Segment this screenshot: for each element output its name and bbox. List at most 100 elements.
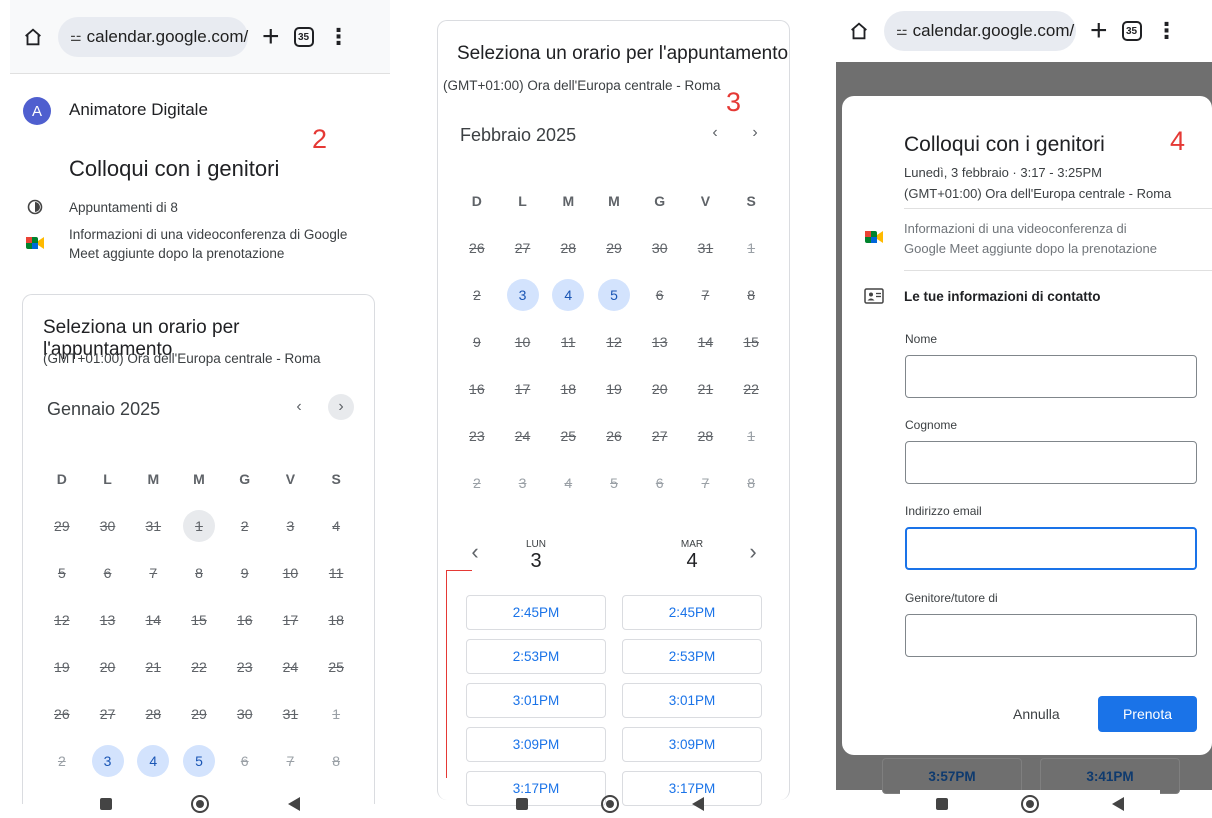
next-days-icon[interactable]: › (740, 539, 766, 565)
day-number: 8 (195, 564, 203, 581)
cancel-button[interactable]: Annulla (1013, 696, 1060, 732)
browser-toolbar: ⚍ calendar.google.com/ + 35 ⋮ (836, 0, 1212, 62)
recents-icon[interactable] (936, 798, 949, 810)
site-settings-icon[interactable]: ⚍ (70, 29, 82, 45)
recents-icon[interactable] (99, 798, 112, 810)
home-nav-icon[interactable] (1020, 795, 1039, 813)
menu-icon[interactable]: ⋮ (328, 26, 350, 48)
address-bar[interactable]: ⚍ calendar.google.com/ (58, 17, 248, 57)
time-slot-button[interactable]: 2:53PM (622, 639, 762, 674)
prev-month-icon[interactable]: ‹ (286, 394, 312, 420)
home-nav-icon[interactable] (600, 795, 619, 813)
day-number: 28 (697, 427, 714, 444)
weekday-header: G (654, 192, 666, 209)
calendar-day: 3 (500, 459, 546, 506)
new-tab-icon[interactable]: + (1090, 16, 1108, 46)
calendar-day: 31 (683, 224, 729, 271)
day-number: 3 (530, 550, 542, 572)
back-icon[interactable] (691, 797, 704, 811)
calendar-day: 6 (85, 549, 131, 596)
day-number: 5 (182, 744, 215, 777)
timezone-label[interactable]: (GMT+01:00) Ora dell'Europa centrale - R… (443, 78, 721, 93)
day-number: 5 (57, 564, 66, 581)
android-nav-bar (480, 790, 740, 818)
day-number: 17 (282, 611, 299, 628)
day-number: 4 (564, 474, 573, 491)
day-number: 31 (697, 239, 714, 256)
name-field[interactable] (905, 355, 1197, 398)
next-month-icon[interactable]: › (328, 394, 354, 420)
day-number: 20 (99, 658, 116, 675)
available-day[interactable]: 3 (500, 271, 546, 318)
available-day[interactable]: 5 (591, 271, 637, 318)
card-title: Seleziona un orario per l'appuntamento (457, 43, 789, 64)
calendar-day: 14 (683, 318, 729, 365)
home-icon[interactable] (22, 26, 44, 48)
book-button[interactable]: Prenota (1098, 696, 1197, 732)
tab-switcher-icon[interactable]: 35 (1121, 21, 1142, 41)
prev-month-icon[interactable]: ‹ (702, 120, 728, 146)
menu-icon[interactable]: ⋮ (1156, 20, 1178, 42)
day-number: 6 (103, 564, 112, 581)
available-day[interactable]: 4 (130, 737, 176, 784)
day-number: 7 (286, 752, 295, 769)
day-number: 21 (145, 658, 162, 675)
recents-icon[interactable] (516, 798, 529, 810)
time-slot-button[interactable]: 3:09PM (622, 727, 762, 762)
address-bar[interactable]: ⚍ calendar.google.com/ (884, 11, 1076, 51)
day-number: 1 (332, 705, 341, 722)
weekday-header: D (471, 192, 482, 209)
calendar-day: 27 (500, 224, 546, 271)
available-day[interactable]: 4 (545, 271, 591, 318)
day-number: 7 (149, 564, 158, 581)
day-number: 6 (655, 474, 664, 491)
day-number: 6 (240, 752, 249, 769)
day-number: 18 (328, 611, 344, 628)
google-meet-icon (26, 237, 44, 249)
home-nav-icon[interactable] (190, 795, 209, 813)
calendar-day: 3 (268, 502, 314, 549)
red-annotation-bracket (446, 570, 472, 778)
time-slot-button[interactable]: 3:01PM (622, 683, 762, 718)
day-number: 5 (610, 474, 618, 491)
available-day[interactable]: 5 (176, 737, 222, 784)
day-number: 4 (332, 517, 341, 534)
day-number: 3 (286, 517, 295, 534)
day-column-header: LUN 3 (506, 539, 566, 573)
calendar-grid: D L M M G V S 26 27 28 29 30 31 1 2 3 4 5 6 7 8 9 10 11 12 13 14 15… (454, 177, 774, 506)
day-number: 25 (328, 658, 344, 675)
parent-field[interactable] (905, 614, 1197, 657)
back-icon[interactable] (1111, 797, 1124, 811)
weekday-header: V (700, 192, 711, 209)
timezone-label[interactable]: (GMT+01:00) Ora dell'Europa centrale - R… (43, 351, 321, 366)
time-slot-button[interactable]: 3:09PM (466, 727, 606, 762)
calendar-day: 28 (545, 224, 591, 271)
day-number: 5 (597, 278, 630, 311)
day-number: 26 (469, 239, 485, 256)
time-slot-button[interactable]: 2:45PM (466, 595, 606, 630)
day-number: 28 (145, 705, 162, 722)
day-number: 9 (472, 333, 481, 350)
next-month-icon[interactable]: › (742, 120, 768, 146)
site-settings-icon[interactable]: ⚍ (896, 23, 908, 39)
prev-days-icon[interactable]: ‹ (462, 539, 488, 565)
tab-switcher-icon[interactable]: 35 (293, 27, 314, 47)
day-number: 26 (606, 427, 622, 444)
calendar-day: 21 (130, 643, 176, 690)
home-icon[interactable] (848, 20, 870, 42)
calendar-day: 7 (683, 271, 729, 318)
day-number: 29 (54, 517, 70, 534)
weekday-header: M (562, 192, 575, 209)
time-slot-button[interactable]: 2:45PM (622, 595, 762, 630)
divider (904, 270, 1212, 271)
time-slot-button[interactable]: 3:01PM (466, 683, 606, 718)
calendar-day: 10 (500, 318, 546, 365)
available-day[interactable]: 3 (85, 737, 131, 784)
surname-field[interactable] (905, 441, 1197, 484)
new-tab-icon[interactable]: + (262, 22, 280, 52)
day-number: 3 (91, 744, 124, 777)
background-slot: 3:41PM (1040, 758, 1180, 794)
email-field[interactable] (905, 527, 1197, 570)
time-slot-button[interactable]: 2:53PM (466, 639, 606, 674)
back-icon[interactable] (288, 797, 301, 811)
